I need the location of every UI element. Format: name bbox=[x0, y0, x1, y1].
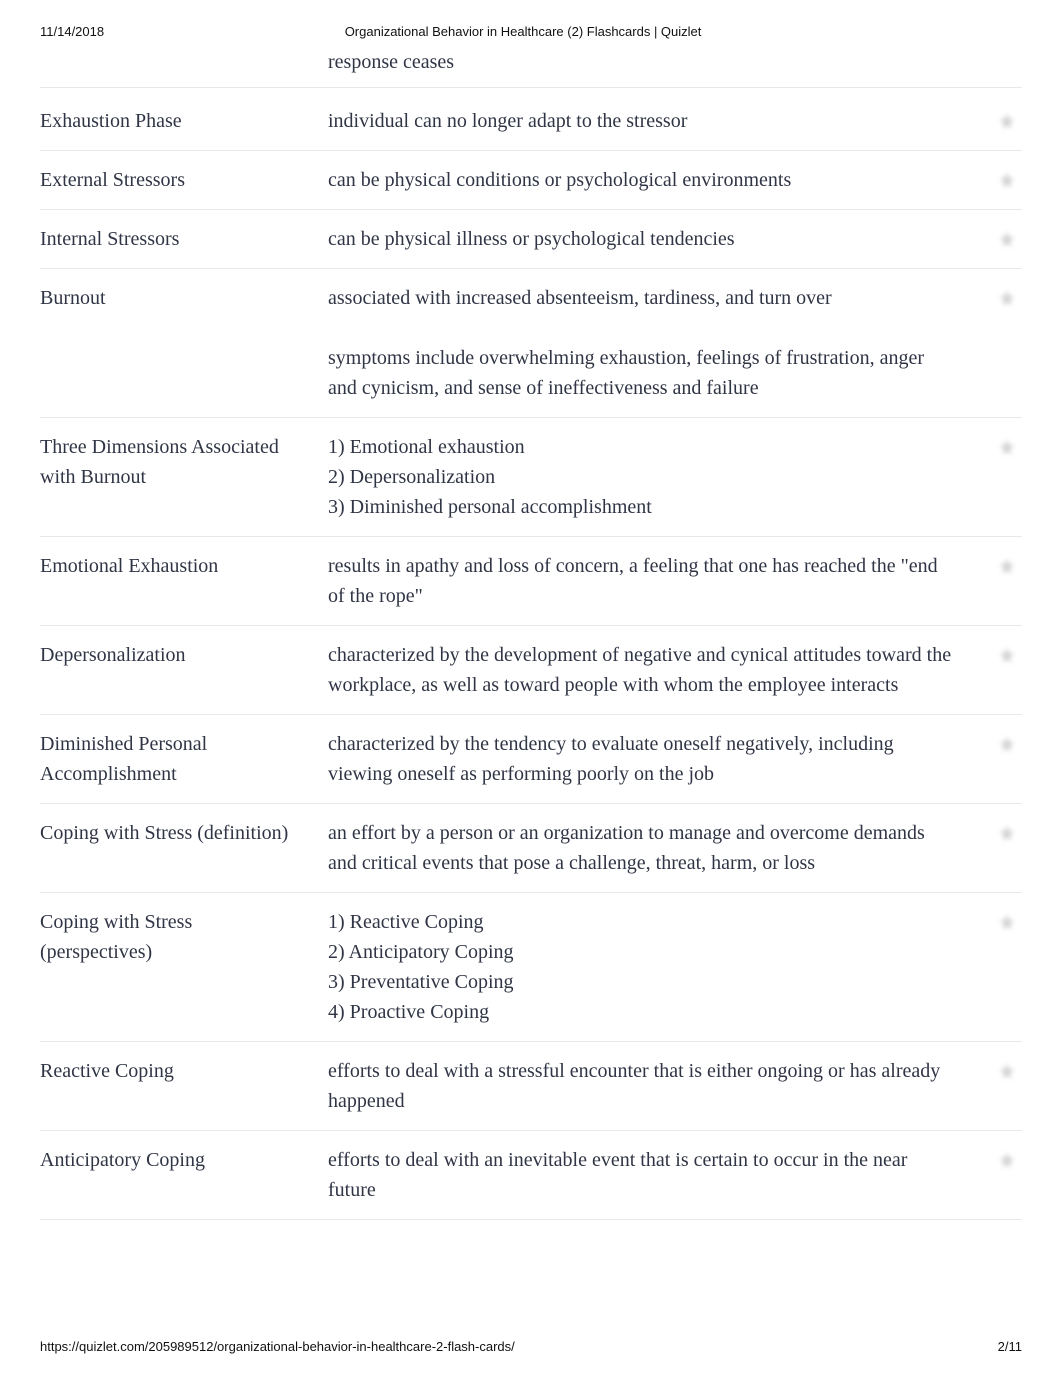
card-row: Reactive Copingefforts to deal with a st… bbox=[40, 1042, 1022, 1131]
definition-cell: characterized by the tendency to evaluat… bbox=[328, 729, 992, 789]
star-icon[interactable] bbox=[998, 913, 1016, 931]
card-row: Exhaustion Phaseindividual can no longer… bbox=[40, 92, 1022, 151]
star-cell bbox=[992, 1056, 1022, 1080]
card-row: Anticipatory Copingefforts to deal with … bbox=[40, 1131, 1022, 1220]
term-cell: Depersonalization bbox=[40, 640, 328, 670]
card-row: Diminished Personal Accomplishmentcharac… bbox=[40, 715, 1022, 804]
definition-cell: 1) Emotional exhaustion 2) Depersonaliza… bbox=[328, 432, 992, 522]
partial-card-row: response ceases bbox=[40, 47, 1022, 88]
flashcard-list: response ceases Exhaustion Phaseindividu… bbox=[0, 47, 1062, 1220]
star-cell bbox=[992, 818, 1022, 842]
card-row: Internal Stressorscan be physical illnes… bbox=[40, 210, 1022, 269]
term-cell: Anticipatory Coping bbox=[40, 1145, 328, 1175]
card-row: Burnoutassociated with increased absente… bbox=[40, 269, 1022, 418]
star-icon[interactable] bbox=[998, 735, 1016, 753]
print-date: 11/14/2018 bbox=[40, 24, 104, 39]
star-cell bbox=[992, 283, 1022, 307]
footer-url: https://quizlet.com/205989512/organizati… bbox=[40, 1339, 515, 1354]
star-icon[interactable] bbox=[998, 112, 1016, 130]
star-icon[interactable] bbox=[998, 646, 1016, 664]
star-icon[interactable] bbox=[998, 1151, 1016, 1169]
term-cell: Burnout bbox=[40, 283, 328, 313]
term-cell: Emotional Exhaustion bbox=[40, 551, 328, 581]
definition-cell: efforts to deal with an inevitable event… bbox=[328, 1145, 992, 1205]
definition-cell: individual can no longer adapt to the st… bbox=[328, 106, 992, 136]
star-icon[interactable] bbox=[998, 289, 1016, 307]
term-cell: Reactive Coping bbox=[40, 1056, 328, 1086]
star-cell bbox=[992, 165, 1022, 189]
star-icon[interactable] bbox=[998, 171, 1016, 189]
term-cell: Diminished Personal Accomplishment bbox=[40, 729, 328, 789]
definition-cell: associated with increased absenteeism, t… bbox=[328, 283, 992, 403]
star-cell bbox=[992, 907, 1022, 931]
definition-cell: efforts to deal with a stressful encount… bbox=[328, 1056, 992, 1116]
print-title: Organizational Behavior in Healthcare (2… bbox=[104, 24, 942, 39]
definition-cell: 1) Reactive Coping 2) Anticipatory Copin… bbox=[328, 907, 992, 1027]
definition-cell: characterized by the development of nega… bbox=[328, 640, 992, 700]
card-row: Coping with Stress (perspectives)1) Reac… bbox=[40, 893, 1022, 1042]
card-row: Emotional Exhaustionresults in apathy an… bbox=[40, 537, 1022, 626]
star-cell bbox=[992, 47, 1022, 77]
footer-page-number: 2/11 bbox=[998, 1339, 1022, 1354]
definition-cell: can be physical illness or psychological… bbox=[328, 224, 992, 254]
star-cell bbox=[992, 551, 1022, 575]
card-row: External Stressorscan be physical condit… bbox=[40, 151, 1022, 210]
star-cell bbox=[992, 224, 1022, 248]
card-row: Depersonalizationcharacterized by the de… bbox=[40, 626, 1022, 715]
page-header: 11/14/2018 Organizational Behavior in He… bbox=[0, 0, 1062, 47]
star-icon[interactable] bbox=[998, 230, 1016, 248]
definition-cell: response ceases bbox=[328, 47, 992, 77]
card-row: Coping with Stress (definition)an effort… bbox=[40, 804, 1022, 893]
definition-cell: an effort by a person or an organization… bbox=[328, 818, 992, 878]
star-cell bbox=[992, 640, 1022, 664]
star-cell bbox=[992, 432, 1022, 456]
star-icon[interactable] bbox=[998, 1062, 1016, 1080]
definition-cell: can be physical conditions or psychologi… bbox=[328, 165, 992, 195]
star-cell bbox=[992, 106, 1022, 130]
star-icon[interactable] bbox=[998, 557, 1016, 575]
term-cell: Exhaustion Phase bbox=[40, 106, 328, 136]
definition-cell: results in apathy and loss of concern, a… bbox=[328, 551, 992, 611]
page-footer: https://quizlet.com/205989512/organizati… bbox=[40, 1339, 1022, 1354]
star-icon[interactable] bbox=[998, 438, 1016, 456]
star-icon[interactable] bbox=[998, 824, 1016, 842]
term-cell bbox=[40, 47, 328, 77]
star-cell bbox=[992, 729, 1022, 753]
term-cell: Three Dimensions Associated with Burnout bbox=[40, 432, 328, 492]
term-cell: Coping with Stress (definition) bbox=[40, 818, 328, 848]
term-cell: External Stressors bbox=[40, 165, 328, 195]
star-cell bbox=[992, 1145, 1022, 1169]
term-cell: Internal Stressors bbox=[40, 224, 328, 254]
term-cell: Coping with Stress (perspectives) bbox=[40, 907, 328, 967]
card-row: Three Dimensions Associated with Burnout… bbox=[40, 418, 1022, 537]
